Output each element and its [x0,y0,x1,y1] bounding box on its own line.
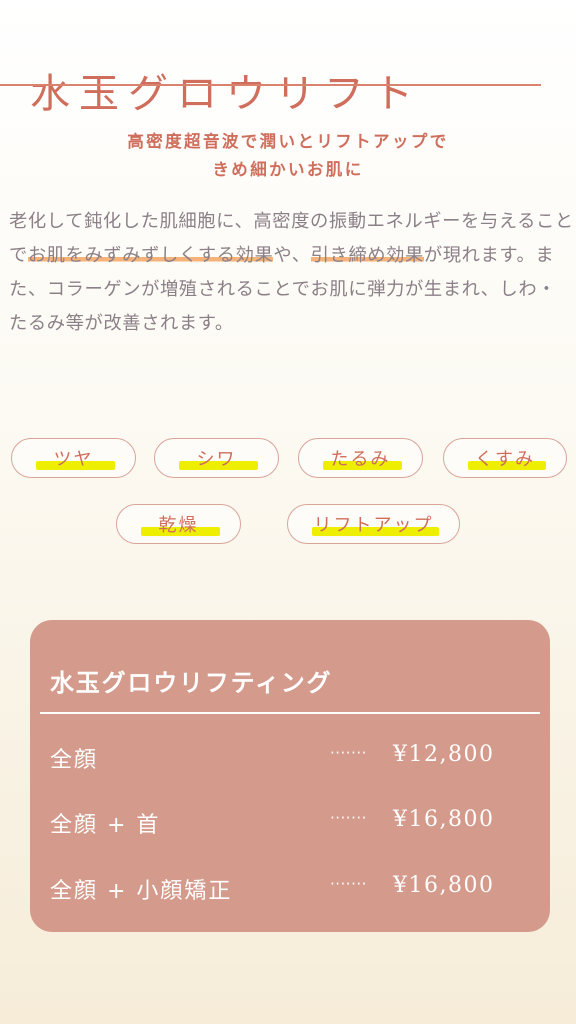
price-card-divider [40,712,540,714]
tag-kansou[interactable]: 乾燥 [116,504,241,544]
subtitle-line-1: 高密度超音波で潤いとリフトアップで [127,132,449,151]
subtitle: 高密度超音波で潤いとリフトアップで きめ細かいお肌に [0,128,576,184]
price-dots: ······· [330,809,367,827]
price-dots: ······· [330,875,367,893]
price-card-title: 水玉グロウリフティング [50,669,333,697]
tag-lift-up[interactable]: リフトアップ [287,504,460,544]
tag-tarumi[interactable]: たるみ [298,438,423,478]
price-label: 全顔 [50,748,99,773]
price-card: 水玉グロウリフティング 全顔 ······· ¥12,800 全顔 + 首 ··… [30,620,550,932]
page-title: 水玉グロウリフト [30,70,422,117]
tag-label: リフトアップ [313,515,434,536]
tag-shiwa[interactable]: シワ [154,438,279,478]
title-divider [0,84,541,86]
tag-tsuya[interactable]: ツヤ [11,438,136,478]
highlight-moisture-effect: お肌をみずみずしくする効果 [27,245,274,266]
tag-label: 乾燥 [158,515,199,536]
tag-label: たるみ [330,449,391,470]
tag-label: ツヤ [53,449,94,470]
price-label: 全顔 + 小顔矯正 [50,879,233,904]
highlight-firming-effect: 引き締め効果 [310,245,424,266]
price-value: ¥16,800 [393,873,495,898]
price-row-full-face: 全顔 ······· ¥12,800 [30,742,550,776]
price-value: ¥16,800 [393,807,495,832]
tag-label: くすみ [475,449,535,470]
subtitle-line-2: きめ細かいお肌に [212,160,364,179]
price-row-face-neck: 全顔 + 首 ······· ¥16,800 [30,807,550,841]
price-row-face-small-face-correction: 全顔 + 小顔矯正 ······· ¥16,800 [30,873,550,907]
price-dots: ······· [330,744,367,762]
tag-label: シワ [196,449,237,470]
description-text: や、 [273,245,311,266]
price-value: ¥12,800 [393,742,495,767]
description-paragraph: 老化して鈍化した肌細胞に、高密度の振動エネルギーを与えることでお肌をみずみずしく… [9,205,574,341]
price-label: 全顔 + 首 [50,813,161,838]
tag-kusumi[interactable]: くすみ [443,438,567,478]
